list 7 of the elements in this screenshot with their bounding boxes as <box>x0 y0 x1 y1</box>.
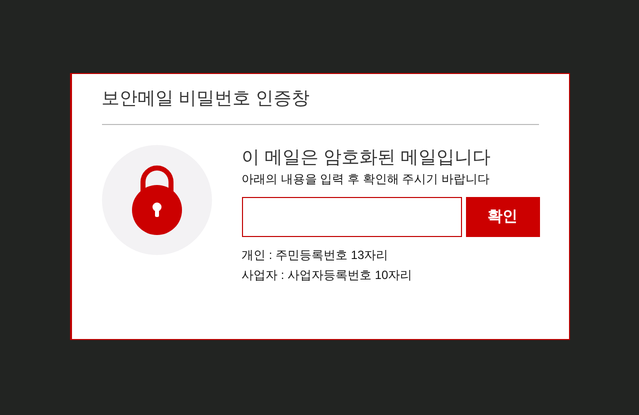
confirm-button[interactable]: 확인 <box>466 197 540 237</box>
dialog-title: 보안메일 비밀번호 인증창 <box>102 87 310 110</box>
password-field[interactable] <box>242 197 462 237</box>
message-heading: 이 메일은 암호화된 메일입니다 <box>242 146 491 169</box>
hint-text: 개인 : 주민등록번호 13자리 <box>242 247 388 263</box>
instruction-text: 아래의 내용을 입력 후 확인해 주시기 바랍니다 <box>242 171 490 187</box>
hint-text: 사업자 : 사업자등록번호 10자리 <box>242 267 412 283</box>
